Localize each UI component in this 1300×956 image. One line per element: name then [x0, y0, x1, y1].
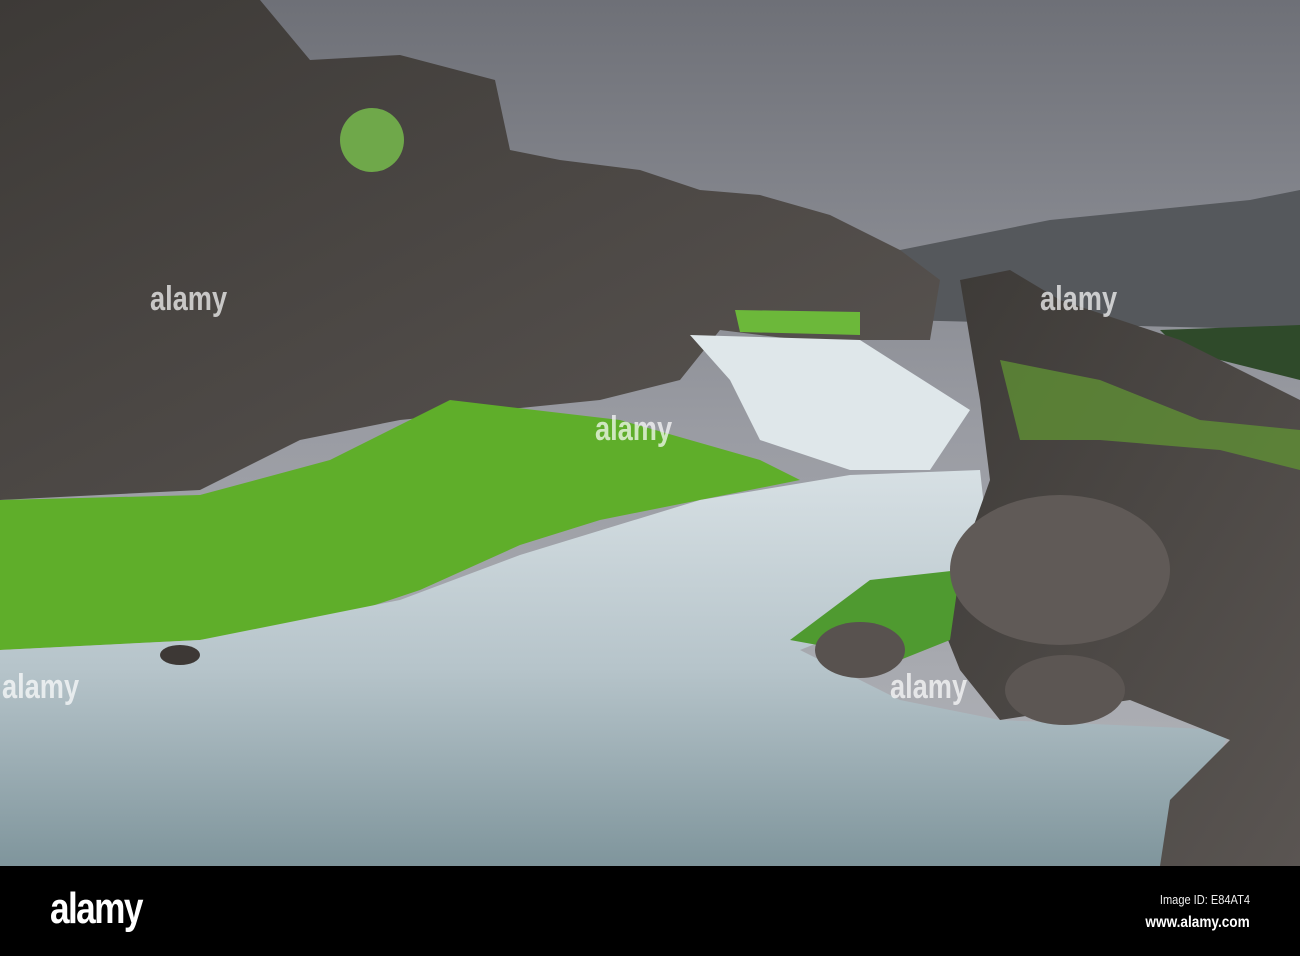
alamy-logo: alamy	[50, 884, 143, 933]
boulder	[950, 495, 1170, 645]
footer-bar: alamy Image ID: E84AT4 www.alamy.com	[0, 866, 1300, 956]
watermark: alamy	[2, 668, 80, 706]
watermark: alamy	[890, 668, 968, 706]
boulder	[1005, 655, 1125, 725]
watermark: alamy	[1040, 280, 1118, 318]
tree	[340, 108, 404, 172]
watermark: alamy	[595, 410, 673, 448]
image-id: Image ID: E84AT4	[1159, 892, 1250, 907]
grass-top	[735, 310, 860, 335]
boulder	[160, 645, 200, 665]
landscape-photo: alamy alamy alamy alamy alamy	[0, 0, 1300, 866]
watermark: alamy	[150, 280, 228, 318]
site-url[interactable]: www.alamy.com	[1146, 914, 1250, 932]
